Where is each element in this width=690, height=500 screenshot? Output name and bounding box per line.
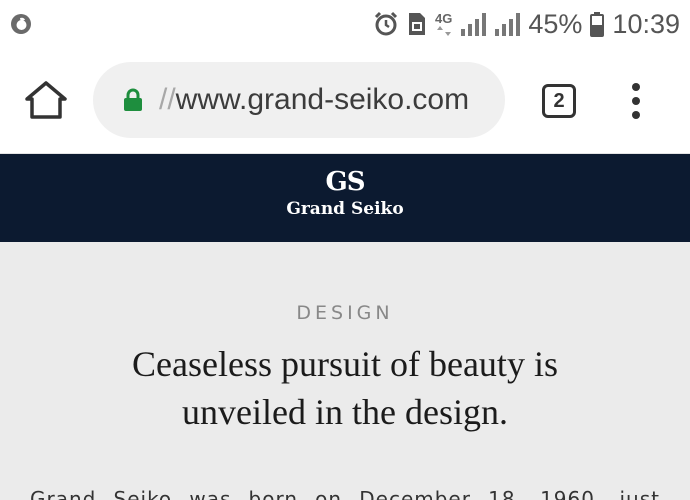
headline-line-1: Ceaseless pursuit of beauty is <box>132 344 558 384</box>
site-header: GS Grand Seiko <box>0 154 690 242</box>
section-eyebrow: DESIGN <box>296 302 394 324</box>
signal-bars-icon <box>461 13 487 36</box>
network-indicator: 4G <box>435 12 452 37</box>
body-paragraph: Grand Seiko was born on December 18, 196… <box>30 487 660 500</box>
grand-seiko-logo[interactable]: GS Grand Seiko <box>280 168 410 230</box>
home-icon[interactable] <box>24 80 68 120</box>
headline-line-2: unveiled in the design. <box>182 392 508 432</box>
url-prefix: // <box>159 83 176 116</box>
alarm-icon <box>374 11 398 36</box>
page-headline: Ceaseless pursuit of beauty is unveiled … <box>45 340 645 436</box>
tab-switcher-button[interactable]: 2 <box>542 84 576 118</box>
signal-bars-icon-2 <box>495 13 521 36</box>
logo-monogram: GS <box>325 167 366 197</box>
carrier-logo-icon <box>11 14 31 34</box>
data-arrows-icon <box>436 25 451 36</box>
address-bar[interactable]: //www.grand-seiko.com <box>93 62 505 138</box>
page-content: DESIGN Ceaseless pursuit of beauty is un… <box>0 242 690 500</box>
network-type: 4G <box>435 10 453 26</box>
lock-icon <box>124 88 142 111</box>
more-vert-icon[interactable] <box>626 82 646 120</box>
url-text[interactable]: //www.grand-seiko.com <box>159 82 469 118</box>
browser-toolbar: //www.grand-seiko.com 2 <box>0 48 690 154</box>
battery-icon <box>590 12 605 37</box>
status-icons: 4G 45% 10:39 <box>373 6 680 42</box>
url-domain: www.grand-seiko.com <box>175 83 470 116</box>
status-bar: 4G 45% 10:39 <box>0 0 690 48</box>
logo-name: Grand Seiko <box>286 199 404 219</box>
battery-percent: 45% <box>528 8 583 39</box>
sim-card-icon <box>409 13 426 35</box>
clock: 10:39 <box>612 8 680 39</box>
